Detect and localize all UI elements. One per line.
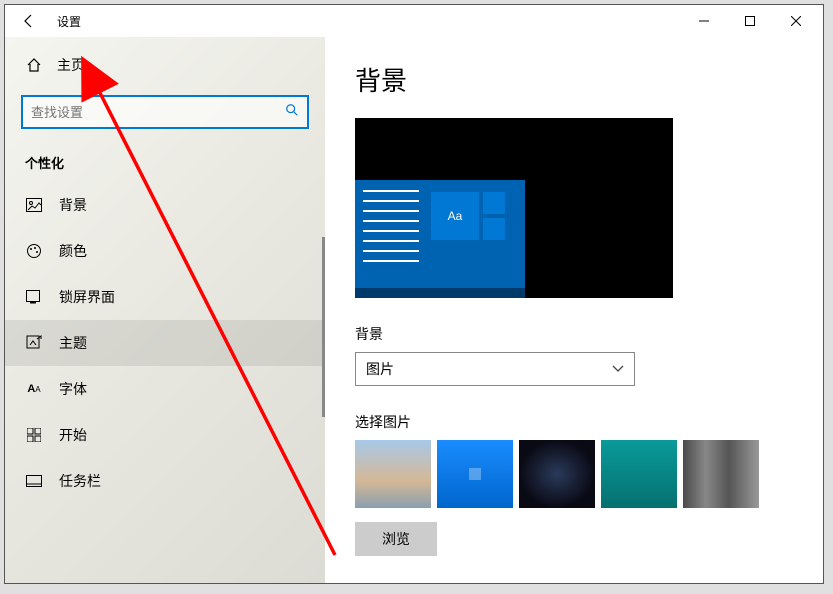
sidebar-item-start[interactable]: 开始	[5, 412, 325, 458]
search-icon	[285, 103, 299, 122]
category-label: 个性化	[5, 137, 325, 182]
window-controls	[681, 5, 819, 37]
minimize-icon	[699, 16, 709, 26]
start-icon	[25, 427, 43, 443]
sidebar-item-taskbar[interactable]: 任务栏	[5, 458, 325, 504]
picture-icon	[25, 197, 43, 213]
nav-label: 开始	[59, 425, 87, 445]
preview-menu-lines	[355, 180, 427, 298]
picture-thumb-1[interactable]	[355, 440, 431, 508]
close-button[interactable]	[773, 5, 819, 37]
close-icon	[791, 16, 801, 26]
browse-button[interactable]: 浏览	[355, 522, 437, 556]
picture-thumb-3[interactable]	[519, 440, 595, 508]
maximize-icon	[745, 16, 755, 26]
sidebar-item-background[interactable]: 背景	[5, 182, 325, 228]
main-panel: 背景 Aa 背景	[325, 37, 823, 583]
nav-label: 锁屏界面	[59, 287, 115, 307]
home-label: 主页	[57, 55, 85, 75]
home-button[interactable]: 主页	[5, 45, 325, 85]
scrollbar[interactable]	[322, 237, 325, 417]
search-box[interactable]	[21, 95, 309, 129]
background-label: 背景	[355, 324, 793, 344]
arrow-left-icon	[21, 13, 37, 29]
home-icon	[25, 57, 43, 73]
search-input[interactable]	[31, 105, 285, 120]
picture-thumb-2[interactable]	[437, 440, 513, 508]
page-title: 背景	[355, 61, 793, 98]
preview-tiles: Aa	[427, 180, 509, 298]
palette-icon	[25, 243, 43, 259]
picture-thumb-5[interactable]	[683, 440, 759, 508]
nav-label: 字体	[59, 379, 87, 399]
preview-sample-tile: Aa	[431, 192, 479, 240]
minimize-button[interactable]	[681, 5, 727, 37]
background-dropdown[interactable]: 图片	[355, 352, 635, 386]
back-button[interactable]	[9, 5, 49, 37]
maximize-button[interactable]	[727, 5, 773, 37]
taskbar-icon	[25, 473, 43, 489]
choose-picture-label: 选择图片	[355, 412, 793, 432]
dropdown-value: 图片	[366, 359, 394, 379]
nav-label: 主题	[59, 333, 87, 353]
nav-label: 任务栏	[59, 471, 101, 491]
titlebar: 设置	[5, 5, 823, 37]
chevron-down-icon	[612, 362, 624, 376]
sidebar-item-themes[interactable]: 主题	[5, 320, 325, 366]
nav-label: 颜色	[59, 241, 87, 261]
window-title: 设置	[57, 13, 81, 30]
themes-icon	[25, 335, 43, 351]
nav-label: 背景	[59, 195, 87, 215]
fonts-icon: AA	[25, 381, 43, 397]
sidebar-item-lockscreen[interactable]: 锁屏界面	[5, 274, 325, 320]
sidebar-item-colors[interactable]: 颜色	[5, 228, 325, 274]
sidebar-item-fonts[interactable]: AA 字体	[5, 366, 325, 412]
preview-taskbar	[355, 288, 525, 298]
content: 主页 个性化 背景 颜色	[5, 37, 823, 583]
lockscreen-icon	[25, 289, 43, 305]
desktop-preview: Aa	[355, 118, 673, 298]
picture-thumbnails	[355, 440, 793, 508]
settings-window: 设置 主页	[4, 4, 824, 584]
preview-start-menu: Aa	[355, 180, 525, 298]
picture-thumb-4[interactable]	[601, 440, 677, 508]
sidebar: 主页 个性化 背景 颜色	[5, 37, 325, 583]
